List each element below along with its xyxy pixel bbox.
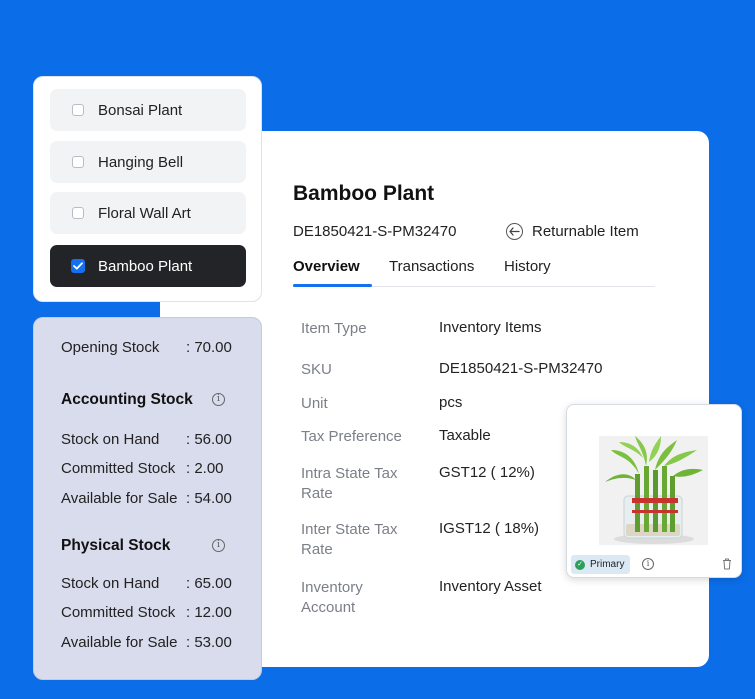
list-item-hanging-bell[interactable]: Hanging Bell [50,141,246,183]
field-label-inter-state-tax: Inter State Tax Rate [301,521,398,558]
checkbox[interactable] [72,156,84,168]
physical-committed-stock-value: : 12.00 [186,604,232,621]
accounting-stock-on-hand-label: Stock on Hand [61,431,160,448]
list-item-label: Bamboo Plant [98,257,193,275]
physical-stock-heading: Physical Stock [61,537,171,554]
accounting-stock-heading: Accounting Stock [61,391,193,408]
check-icon [73,262,83,270]
trash-icon[interactable] [722,558,732,570]
tab-overview[interactable]: Overview [293,258,360,275]
list-item-label: Floral Wall Art [98,204,191,222]
return-arrow-icon [506,223,523,240]
field-label-item-type: Item Type [301,320,367,337]
list-item-bamboo-plant[interactable]: Bamboo Plant [50,245,246,287]
field-label-sku: SKU [301,361,332,378]
checkbox[interactable] [72,104,84,116]
checkbox[interactable] [72,207,84,219]
accounting-stock-on-hand-value: : 56.00 [186,431,232,448]
opening-stock-label: Opening Stock [61,339,160,356]
field-value-item-type: Inventory Items [439,319,542,336]
list-item-label: Hanging Bell [98,153,184,171]
info-icon[interactable]: i [212,393,225,406]
item-title: Bamboo Plant [293,182,435,205]
returnable-indicator: Returnable Item [506,223,639,240]
primary-badge-label: Primary [590,559,625,570]
accounting-committed-stock-value: : 2.00 [186,460,224,477]
check-circle-icon: ✓ [575,559,585,570]
field-value-inventory-account: Inventory Asset [439,578,542,595]
returnable-label: Returnable Item [532,223,639,240]
accounting-committed-stock-label: Committed Stock [61,460,176,477]
product-photo[interactable] [599,436,708,545]
active-tab-indicator [293,284,372,287]
accounting-available-value: : 54.00 [186,490,232,507]
physical-available-label: Available for Sale [61,634,178,651]
item-image-card: ✓ Primary i [566,404,742,578]
opening-stock-value: : 70.00 [186,339,232,356]
field-value-inter-state-tax: IGST12 ( 18%) [439,520,540,537]
field-value-tax-preference: Taxable [439,427,491,444]
field-label-tax-preference: Tax Preference [301,428,402,445]
physical-stock-on-hand-label: Stock on Hand [61,575,160,592]
field-value-intra-state-tax: GST12 ( 12%) [439,464,535,481]
list-item-bonsai-plant[interactable]: Bonsai Plant [50,89,246,131]
field-label-intra-state-tax: Intra State Tax Rate [301,465,398,502]
accounting-available-label: Available for Sale [61,490,178,507]
field-label-unit: Unit [301,395,328,412]
physical-available-value: : 53.00 [186,634,232,651]
info-icon[interactable]: i [642,558,654,570]
tab-transactions[interactable]: Transactions [389,258,474,275]
field-value-sku: DE1850421-S-PM32470 [439,360,603,377]
physical-stock-on-hand-value: : 65.00 [186,575,232,592]
info-icon[interactable]: i [212,539,225,552]
item-sku-header: DE1850421-S-PM32470 [293,223,457,240]
item-list-card: Bonsai Plant Hanging Bell Floral Wall Ar… [33,76,262,302]
stock-summary-card: Opening Stock : 70.00 Accounting Stock i… [33,317,262,680]
tab-history[interactable]: History [504,258,551,275]
detail-tabs: Overview Transactions History [293,258,655,287]
field-value-unit: pcs [439,394,463,411]
list-item-floral-wall-art[interactable]: Floral Wall Art [50,192,246,234]
physical-committed-stock-label: Committed Stock [61,604,176,621]
checkbox-checked[interactable] [71,259,85,273]
field-label-inventory-account: Inventory Account [301,579,363,616]
primary-badge: ✓ Primary [571,555,631,574]
list-item-label: Bonsai Plant [98,101,183,119]
